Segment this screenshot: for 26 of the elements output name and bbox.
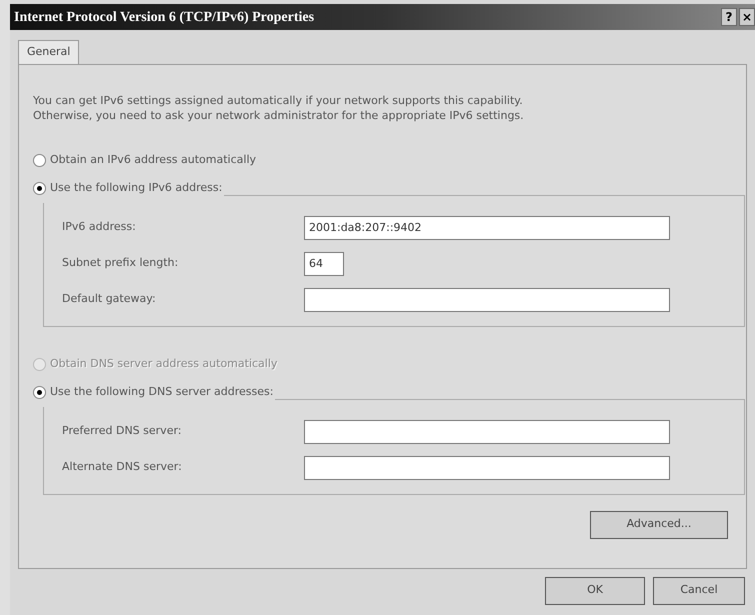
radio-button[interactable] <box>33 182 46 195</box>
ok-button[interactable]: OK <box>545 576 645 604</box>
input-field[interactable]: 64 <box>304 252 344 276</box>
field-label: Default gateway: <box>62 291 157 308</box>
window-title: Internet Protocol Version 6 (TCP/IPv6) Properties <box>14 8 316 26</box>
input-field[interactable] <box>304 420 670 444</box>
radio-label[interactable]: Use the following DNS server addresses: <box>50 384 274 401</box>
cancel-button[interactable]: Cancel <box>653 576 745 604</box>
advanced-button[interactable]: Advanced... <box>590 510 728 538</box>
field-label: Preferred DNS server: <box>62 423 182 440</box>
description-text: Otherwise, you need to ask your network administrator for the appropriate IPv6 settings. <box>33 108 525 122</box>
help-button[interactable]: ? <box>721 8 737 26</box>
field-label: Subnet prefix length: <box>62 255 180 272</box>
input-field[interactable] <box>304 288 670 312</box>
description-text: You can get IPv6 settings assigned automatically if your network supports this capability. <box>33 92 524 108</box>
radio-button[interactable] <box>33 154 46 167</box>
close-button[interactable]: × <box>739 8 755 26</box>
input-field[interactable]: 2001:da8:207::9402 <box>304 216 670 240</box>
radio-button[interactable] <box>33 386 46 399</box>
field-label: Alternate DNS server: <box>62 459 183 476</box>
radio-label[interactable]: Obtain an IPv6 address automatically <box>50 152 256 169</box>
field-label: IPv6 address: <box>62 219 137 236</box>
radio-label: Obtain DNS server address automatically <box>50 356 278 372</box>
radio-label[interactable]: Use the following IPv6 address: <box>50 180 222 197</box>
tab[interactable]: General <box>18 40 80 64</box>
input-field[interactable] <box>304 456 670 480</box>
